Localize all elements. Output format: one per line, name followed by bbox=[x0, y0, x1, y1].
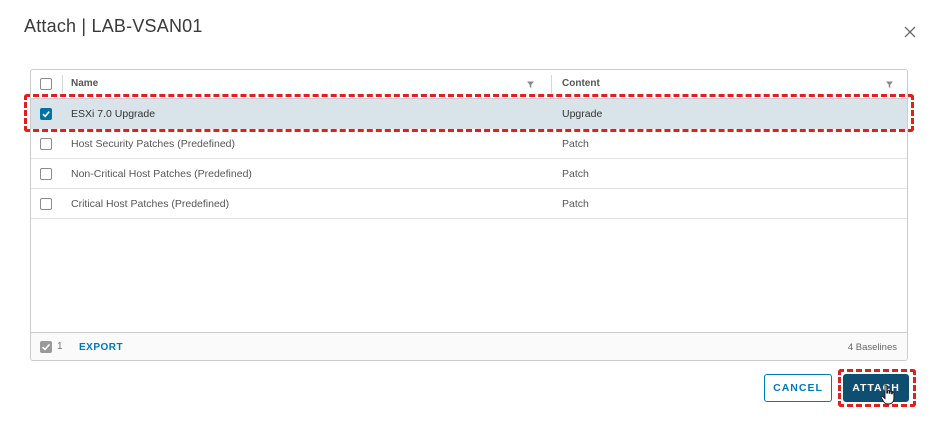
row-name: ESXi 7.0 Upgrade bbox=[71, 108, 156, 120]
filter-icon[interactable] bbox=[885, 80, 894, 89]
column-divider[interactable] bbox=[551, 75, 552, 93]
column-header-content[interactable]: Content bbox=[562, 70, 600, 98]
grid-footer: 1 EXPORT 4 Baselines bbox=[31, 332, 907, 360]
row-name: Critical Host Patches (Predefined) bbox=[71, 198, 230, 210]
row-checkbox[interactable] bbox=[40, 108, 52, 120]
table-row[interactable]: ESXi 7.0 Upgrade Upgrade bbox=[31, 99, 907, 129]
filter-icon[interactable] bbox=[526, 80, 535, 89]
grid-header: Name Content bbox=[31, 70, 907, 99]
table-row[interactable]: Critical Host Patches (Predefined) Patch bbox=[31, 189, 907, 219]
row-content: Patch bbox=[562, 138, 589, 150]
row-content: Patch bbox=[562, 198, 589, 210]
dialog-title: Attach | LAB-VSAN01 bbox=[24, 16, 203, 36]
attach-baseline-dialog: Attach | LAB-VSAN01 Name Content ESXi 7.… bbox=[0, 0, 938, 423]
close-icon[interactable] bbox=[904, 26, 916, 38]
attach-button[interactable]: ATTACH bbox=[843, 374, 909, 402]
selection-indicator bbox=[40, 341, 52, 353]
table-row[interactable]: Host Security Patches (Predefined) Patch bbox=[31, 129, 907, 159]
selected-count: 1 bbox=[57, 341, 63, 352]
row-checkbox[interactable] bbox=[40, 168, 52, 180]
export-link[interactable]: EXPORT bbox=[79, 333, 123, 360]
baselines-grid: Name Content ESXi 7.0 Upgrade Upgrade Ho… bbox=[30, 69, 908, 361]
row-content: Patch bbox=[562, 168, 589, 180]
cancel-button[interactable]: CANCEL bbox=[764, 374, 832, 402]
row-content: Upgrade bbox=[562, 108, 603, 120]
checkmark-icon bbox=[41, 343, 51, 351]
column-header-name[interactable]: Name bbox=[71, 70, 98, 98]
checkmark-icon bbox=[42, 111, 50, 118]
row-name: Host Security Patches (Predefined) bbox=[71, 138, 235, 150]
row-checkbox[interactable] bbox=[40, 138, 52, 150]
total-baselines: 4 Baselines bbox=[847, 342, 897, 353]
row-name: Non-Critical Host Patches (Predefined) bbox=[71, 168, 252, 180]
column-divider bbox=[62, 75, 63, 93]
table-row[interactable]: Non-Critical Host Patches (Predefined) P… bbox=[31, 159, 907, 189]
select-all-checkbox[interactable] bbox=[40, 78, 52, 90]
close-button[interactable] bbox=[898, 20, 922, 44]
row-checkbox[interactable] bbox=[40, 198, 52, 210]
